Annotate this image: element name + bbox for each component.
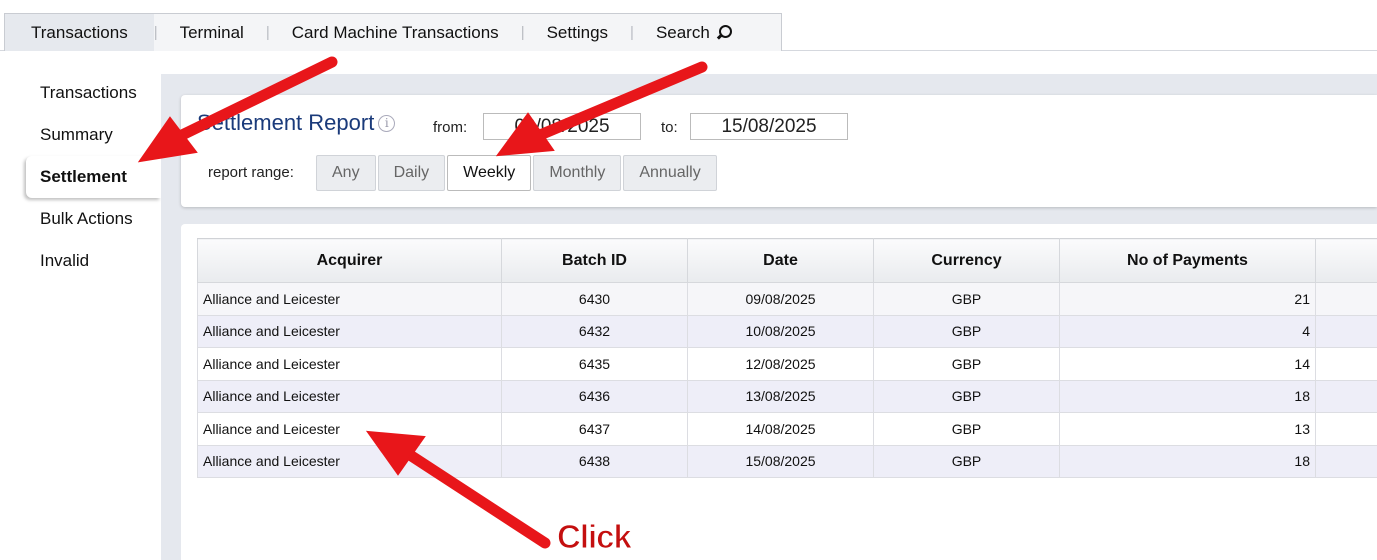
table-row[interactable]: Alliance and Leicester 6437 14/08/2025 G… — [197, 412, 1377, 446]
cell-acquirer[interactable]: Alliance and Leicester — [197, 314, 502, 348]
tab-transactions[interactable]: Transactions — [5, 14, 154, 51]
tab-label: Transactions — [31, 22, 128, 42]
cell-no-of-payments: 18 — [1059, 444, 1316, 478]
sidebar-item-label: Invalid — [40, 251, 90, 270]
table-row[interactable]: Alliance and Leicester 6430 09/08/2025 G… — [197, 282, 1377, 316]
sidebar-item-label: Transactions — [40, 83, 137, 102]
sidebar-item-label: Settlement — [40, 167, 127, 186]
cell-date: 09/08/2025 — [687, 282, 874, 316]
cell-currency: GBP — [873, 347, 1060, 381]
table-header-row: Acquirer Batch ID Date Currency No of Pa… — [197, 238, 1377, 283]
tab-label: Settings — [546, 22, 609, 42]
cell-no-of-payments: 21 — [1059, 282, 1316, 316]
search-icon — [716, 24, 732, 41]
to-label: to: — [661, 119, 678, 136]
range-any-button[interactable]: Any — [316, 155, 376, 191]
range-weekly-button[interactable]: Weekly — [447, 155, 532, 191]
cell-acquirer[interactable]: Alliance and Leicester — [197, 282, 502, 316]
cell-no-of-payments: 14 — [1059, 347, 1316, 381]
cell-acquirer[interactable]: Alliance and Leicester — [197, 379, 502, 413]
table-row[interactable]: Alliance and Leicester 6436 13/08/2025 G… — [197, 379, 1377, 413]
tab-label: Search — [655, 22, 710, 42]
cell-date: 15/08/2025 — [687, 444, 874, 478]
cell-date: 12/08/2025 — [687, 347, 874, 381]
results-panel: Acquirer Batch ID Date Currency No of Pa… — [181, 224, 1377, 560]
cell-batch-id: 6430 — [501, 282, 688, 316]
table-row[interactable]: Alliance and Leicester 6435 12/08/2025 G… — [197, 347, 1377, 381]
top-nav-bar: Transactions | Terminal | Card Machine T… — [0, 0, 1377, 51]
column-header-currency[interactable]: Currency — [873, 238, 1060, 283]
cell-batch-id: 6432 — [501, 314, 688, 348]
sidebar-item-summary[interactable]: Summary — [26, 114, 161, 156]
tab-search[interactable]: Search — [634, 14, 754, 51]
sidebar: Transactions Summary Settlement Bulk Act… — [26, 72, 161, 282]
cell-acquirer[interactable]: Alliance and Leicester — [197, 444, 502, 478]
column-header-no-of-payments[interactable]: No of Payments — [1059, 238, 1316, 283]
cell-extra — [1315, 282, 1377, 316]
cell-batch-id: 6437 — [501, 412, 688, 446]
cell-currency: GBP — [873, 314, 1060, 348]
cell-currency: GBP — [873, 412, 1060, 446]
cell-date: 10/08/2025 — [687, 314, 874, 348]
cell-extra — [1315, 379, 1377, 413]
sidebar-item-bulk-actions[interactable]: Bulk Actions — [26, 198, 161, 240]
table-row[interactable]: Alliance and Leicester 6432 10/08/2025 G… — [197, 314, 1377, 348]
report-range-selector: Any Daily Weekly Monthly Annually — [316, 155, 717, 191]
cell-no-of-payments: 13 — [1059, 412, 1316, 446]
cell-currency: GBP — [873, 444, 1060, 478]
sidebar-item-settlement[interactable]: Settlement — [26, 156, 161, 198]
cell-extra — [1315, 314, 1377, 348]
cell-currency: GBP — [873, 379, 1060, 413]
cell-date: 13/08/2025 — [687, 379, 874, 413]
tab-settings[interactable]: Settings — [525, 14, 630, 51]
range-annually-button[interactable]: Annually — [623, 155, 717, 191]
range-monthly-button[interactable]: Monthly — [533, 155, 622, 191]
tab-label: Terminal — [179, 22, 244, 42]
from-label: from: — [433, 119, 468, 136]
cell-extra — [1315, 444, 1377, 478]
cell-acquirer[interactable]: Alliance and Leicester — [197, 347, 502, 381]
cell-date: 14/08/2025 — [687, 412, 874, 446]
tab-card-machine-transactions[interactable]: Card Machine Transactions — [270, 14, 521, 51]
cell-batch-id: 6436 — [501, 379, 688, 413]
report-title-text: Settlement Report — [197, 110, 375, 135]
settlement-report-panel: Settlement Report i from: 09/08/2025 to: … — [181, 95, 1377, 207]
sidebar-item-transactions[interactable]: Transactions — [26, 72, 161, 114]
cell-extra — [1315, 347, 1377, 381]
cell-no-of-payments: 4 — [1059, 314, 1316, 348]
click-annotation-label: Click — [557, 518, 633, 556]
column-header-extra — [1315, 238, 1377, 283]
cell-batch-id: 6438 — [501, 444, 688, 478]
cell-no-of-payments: 18 — [1059, 379, 1316, 413]
cell-extra — [1315, 412, 1377, 446]
top-tabstrip: Transactions | Terminal | Card Machine T… — [4, 13, 782, 51]
report-range-label: report range: — [208, 164, 294, 181]
tab-label: Card Machine Transactions — [291, 22, 499, 42]
settlement-table: Acquirer Batch ID Date Currency No of Pa… — [197, 238, 1377, 478]
cell-batch-id: 6435 — [501, 347, 688, 381]
table-row[interactable]: Alliance and Leicester 6438 15/08/2025 G… — [197, 444, 1377, 478]
column-header-acquirer[interactable]: Acquirer — [197, 238, 502, 283]
sidebar-item-invalid[interactable]: Invalid — [26, 240, 161, 282]
column-header-batch-id[interactable]: Batch ID — [501, 238, 688, 283]
page-title: Settlement Report i — [197, 110, 396, 136]
range-daily-button[interactable]: Daily — [377, 155, 446, 191]
cell-acquirer[interactable]: Alliance and Leicester — [197, 412, 502, 446]
tab-terminal[interactable]: Terminal — [158, 14, 266, 51]
info-icon[interactable]: i — [378, 115, 396, 132]
column-header-date[interactable]: Date — [687, 238, 874, 283]
cell-currency: GBP — [873, 282, 1060, 316]
to-date-input[interactable]: 15/08/2025 — [690, 113, 848, 140]
sidebar-item-label: Bulk Actions — [40, 209, 133, 228]
from-date-input[interactable]: 09/08/2025 — [483, 113, 641, 140]
sidebar-item-label: Summary — [40, 125, 113, 144]
